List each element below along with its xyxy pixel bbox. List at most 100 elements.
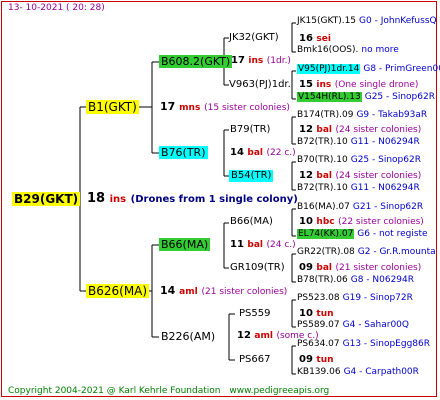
gen4-origin: G6 - not registe — [357, 229, 428, 239]
gen4-origin: G11 - N06294R — [350, 137, 420, 147]
g2b-info: 14 bal (22 c.) — [230, 148, 296, 158]
g2c-unit: bal — [247, 240, 264, 250]
sire-unit: mns — [179, 103, 201, 113]
gen4-origin: G4 - Sahar00Q — [342, 320, 409, 330]
g2a-queen: B608.2(GKT) — [159, 55, 233, 68]
gen4-origin: G19 - Sinop72R — [342, 293, 413, 303]
g3c1-note: (22 sister colonies) — [338, 217, 424, 227]
gen4-row: PS589.07 G4 - Sahar00Q — [297, 321, 437, 330]
gen4-row: B72(TR).10 G11 - N06294R — [297, 138, 437, 147]
g2b-unit: bal — [247, 148, 264, 158]
g3b2-count: 12 — [299, 170, 313, 181]
g3d1-unit: tun — [316, 309, 334, 319]
g3d2-info: 09 tun — [299, 355, 334, 365]
g3b2-unit: bal — [316, 171, 333, 181]
g3a2-note: (One single drone) — [334, 80, 419, 90]
gen4-row: B72(TR).10 G11 - N06294R — [297, 184, 437, 193]
sire-count: 17 — [160, 100, 176, 113]
g3c1-unit: hbc — [316, 217, 335, 227]
g3b1-info: 12 bal (24 sister colonies) — [299, 125, 421, 135]
gen4-origin: G9 - Takab93aR — [356, 110, 428, 120]
g2a-note: (1dr.) — [266, 56, 291, 66]
g3d2-unit: tun — [316, 355, 334, 365]
dam-queen: B626(MA) — [86, 284, 150, 298]
gen4-queen: GR22(TR).08 — [297, 247, 355, 257]
g3b2-info: 12 bal (24 sister colonies) — [299, 171, 421, 181]
gen4-queen: V95(PJ)1dr.14 — [297, 64, 361, 74]
gen4-queen: PS589.07 — [297, 320, 340, 330]
g3a1-queen: JK32(GKT) — [229, 32, 279, 43]
gen4-origin: G0 - JohnKefussQ — [359, 16, 437, 26]
g3b2-queen: B54(TR) — [229, 170, 274, 182]
g2c-info: 11 bal (24 c.) — [230, 240, 296, 250]
root-note: (Drones from 1 single colony) — [130, 194, 298, 205]
g3d1-count: 10 — [299, 308, 313, 319]
g3c1-info: 10 hbc (22 sister colonies) — [299, 217, 424, 227]
gen4-origin: G2 - Gr.R.mounta — [357, 247, 436, 257]
g2a-info: 17 ins (1dr.) — [231, 56, 291, 66]
g3d1-queen: PS559 — [239, 308, 271, 319]
dam-info: 14 aml (21 sister colonies) — [160, 285, 287, 297]
g3b2-note: (24 sister colonies) — [335, 171, 422, 181]
gen4-row: EL74(KK).07 G6 - not registe — [297, 229, 437, 239]
gen4-row: B174(TR).09 G9 - Takab93aR — [297, 111, 437, 120]
g3b1-count: 12 — [299, 124, 313, 135]
gen4-queen: PS523.08 — [297, 293, 340, 303]
g3c1-queen: B66(MA) — [230, 216, 273, 227]
gen4-origin: G4 - Carpath00R — [343, 367, 419, 377]
footer-url[interactable]: www.pedigreeapis.org — [229, 386, 329, 396]
g3d2-count: 09 — [299, 354, 313, 365]
g3a1-count: 16 — [299, 33, 313, 44]
sire-info: 17 mns (15 sister colonies) — [160, 101, 290, 113]
g3a1-unit: sei — [316, 34, 331, 44]
g2d-queen: B226(AM) — [161, 330, 216, 343]
g3b1-unit: bal — [316, 125, 333, 135]
gen4-queen: B72(TR).10 — [297, 183, 348, 193]
g3c2-unit: bal — [316, 263, 333, 273]
gen4-origin: G8 - PrimGreen00 — [363, 64, 440, 74]
root-count: 18 — [87, 191, 106, 206]
g3d2-queen: PS667 — [239, 354, 271, 365]
sire-note: (15 sister colonies) — [204, 103, 290, 113]
g2c-queen: B66(MA) — [159, 238, 211, 251]
g3b1-queen: B79(TR) — [230, 124, 271, 135]
g3b1-note: (24 sister colonies) — [335, 125, 422, 135]
gen4-queen: B16(MA).07 — [297, 202, 350, 212]
copyright-text: Copyright 2004-2021 @ Karl Kehrle Founda… — [8, 386, 221, 396]
g2a-count: 17 — [231, 55, 245, 66]
gen4-queen: B72(TR).10 — [297, 137, 348, 147]
dam-note: (21 sister colonies) — [201, 287, 288, 297]
g2c-count: 11 — [230, 239, 244, 250]
gen4-origin: G21 - Sinop62R — [352, 202, 424, 212]
gen4-row: V95(PJ)1dr.14 G8 - PrimGreen00 — [297, 64, 440, 74]
gen4-queen: EL74(KK).07 — [297, 229, 355, 239]
g2b-note: (22 c.) — [266, 148, 296, 158]
g3a1-info: 16 sei — [299, 34, 331, 44]
gen4-queen: Bmk16(OOS). — [297, 45, 359, 55]
g3a2-queen: V963(PJ)1dr. — [229, 79, 291, 90]
g3c2-queen: GR109(TR) — [230, 262, 285, 273]
g2b-count: 14 — [230, 147, 244, 158]
g2a-unit: ins — [248, 56, 264, 66]
gen4-origin: no more — [361, 45, 399, 55]
g3d1-info: 10 tun — [299, 309, 334, 319]
g3a2-count: 15 — [299, 79, 313, 90]
gen4-row: B78(TR).06 G8 - N06294R — [297, 276, 437, 285]
gen4-queen: B70(TR).10 — [297, 155, 348, 165]
gen4-row: B70(TR).10 G25 - Sinop62R — [297, 156, 437, 165]
gen4-queen: KB139.06 — [297, 367, 341, 377]
g3c1-count: 10 — [299, 216, 313, 227]
gen4-row: JK15(GKT).15 G0 - JohnKefussQ — [297, 17, 437, 26]
g3a2-unit: ins — [316, 80, 332, 90]
g3c2-info: 09 bal (21 sister colonies) — [299, 263, 421, 273]
gen4-origin: G11 - N06294R — [350, 183, 420, 193]
gen4-queen: B174(TR).09 — [297, 110, 354, 120]
g2d-unit: aml — [254, 331, 273, 341]
root-info: 18 ins (Drones from 1 single colony) — [87, 192, 298, 205]
gen4-origin: G8 - N06294R — [350, 275, 415, 285]
root-unit: ins — [109, 194, 127, 205]
dam-count: 14 — [160, 284, 176, 297]
gen4-queen: V154H(RL).13 — [297, 92, 362, 102]
g2b-queen: B76(TR) — [159, 146, 208, 159]
gen4-queen: PS634.07 — [297, 339, 340, 349]
